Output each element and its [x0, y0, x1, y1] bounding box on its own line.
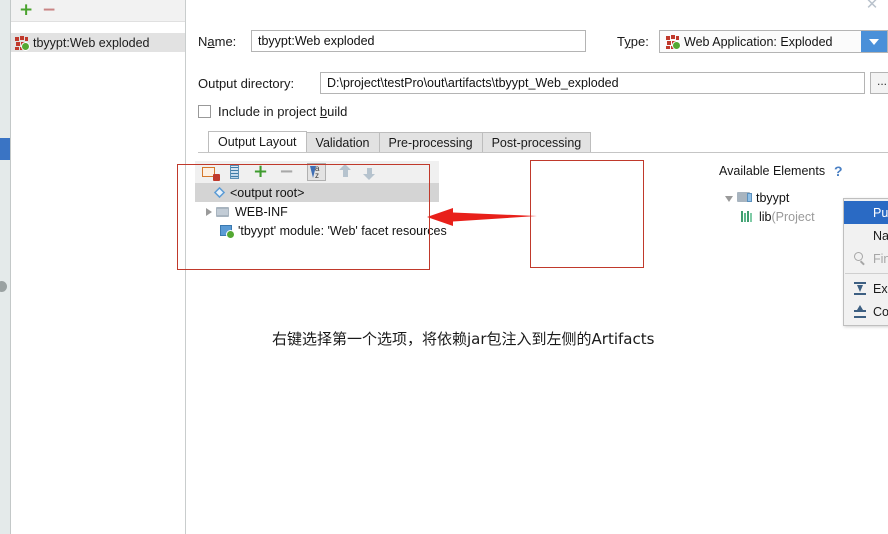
twisty-placeholder-icon — [200, 187, 212, 199]
left-strip-dot — [0, 281, 7, 292]
chevron-right-icon[interactable] — [203, 206, 215, 218]
add-copy-icon[interactable]: + — [252, 163, 269, 181]
tree-row-suffix: (Project — [771, 209, 815, 224]
tab-post-processing[interactable]: Post-processing — [481, 132, 592, 153]
tree-row-label: 'tbyypt' module: 'Web' facet resources — [238, 223, 447, 238]
output-directory-label: Output directory: — [198, 76, 295, 91]
name-input[interactable]: tbyypt:Web exploded — [251, 30, 586, 52]
available-elements-tree: tbyypt lib (Project — [719, 188, 822, 262]
tree-row[interactable]: lib (Project — [719, 207, 822, 226]
tree-row[interactable]: WEB-INF — [195, 202, 439, 221]
type-label: Type: — [617, 34, 649, 49]
add-archive-icon[interactable] — [227, 164, 244, 180]
add-directory-icon[interactable] — [202, 164, 220, 181]
left-strip-marker — [0, 138, 10, 160]
output-tree-toolbar: + − az — [195, 161, 439, 183]
include-in-build-row[interactable]: Include in project build — [198, 104, 347, 119]
move-up-icon[interactable] — [339, 164, 352, 180]
context-menu: Put into Output Root Navigate F4 Find Us… — [843, 198, 888, 326]
library-icon — [740, 210, 755, 223]
output-directory-row: Output directory: D:\project\testPro\out… — [198, 72, 888, 96]
name-type-row: Name: tbyypt:Web exploded Type: Web Appl… — [198, 30, 888, 54]
tree-row-label: tbyypt — [756, 190, 790, 205]
annotation-note: 右键选择第一个选项，将依赖jar包注入到左侧的Artifacts — [272, 330, 655, 348]
artifact-detail-panel: ✕ Name: tbyypt:Web exploded Type: Web Ap… — [186, 0, 888, 534]
menu-item-navigate[interactable]: Navigate F4 — [844, 224, 888, 247]
tab-validation[interactable]: Validation — [305, 132, 380, 153]
menu-item-expand-all[interactable]: Expand All Ctrl+NumPad + — [844, 277, 888, 300]
twisty-placeholder-icon — [727, 211, 739, 223]
sidebar-item-label: tbyypt:Web exploded — [33, 35, 150, 50]
menu-item-label: Expand All — [873, 281, 888, 296]
menu-item-label: Put into Output Root — [873, 205, 888, 220]
available-elements-title: Available Elements — [719, 164, 826, 178]
sidebar-item-tbyypt-web-exploded[interactable]: tbyypt:Web exploded — [11, 33, 185, 52]
menu-item-put-into-output-root[interactable]: Put into Output Root — [844, 201, 888, 224]
module-facet-icon — [220, 224, 235, 239]
remove-icon[interactable]: − — [278, 163, 295, 181]
move-down-icon[interactable] — [363, 164, 376, 180]
help-icon[interactable]: ? — [834, 163, 843, 179]
output-root-icon — [213, 186, 226, 199]
module-source-icon — [737, 191, 752, 204]
tree-row-label: <output root> — [230, 185, 305, 200]
artifact-icon — [15, 35, 30, 51]
chevron-down-icon[interactable] — [861, 31, 887, 52]
menu-separator — [845, 273, 888, 274]
tree-row[interactable]: <output root> — [195, 183, 439, 202]
menu-item-label: Collapse All — [873, 304, 888, 319]
menu-item-label: Navigate — [873, 228, 888, 243]
menu-item-find-usages: Find Usages Alt+F7 — [844, 247, 888, 270]
tree-row-label: lib — [759, 209, 772, 224]
sidebar-toolbar: + − — [11, 0, 185, 22]
name-label: Name: — [198, 34, 237, 49]
collapse-all-icon — [852, 304, 869, 319]
remove-artifact-icon[interactable]: − — [42, 2, 56, 19]
tree-row[interactable]: tbyypt — [719, 188, 822, 207]
artifact-icon — [666, 34, 681, 50]
type-dropdown-label: Web Application: Exploded — [684, 34, 833, 49]
artifact-tabs: Output Layout Validation Pre-processing … — [208, 131, 592, 153]
close-icon[interactable]: ✕ — [862, 0, 882, 14]
output-root-tree: <output root> WEB-INF 'tbyypt' module: '… — [195, 183, 447, 265]
browse-button[interactable]: ... — [870, 72, 888, 94]
sort-az-icon[interactable]: az — [307, 163, 326, 181]
chevron-down-icon[interactable] — [724, 192, 736, 204]
folder-icon — [216, 206, 230, 218]
tabs-underline — [198, 152, 888, 153]
left-edge-strip — [0, 0, 11, 534]
tab-pre-processing[interactable]: Pre-processing — [378, 132, 483, 153]
add-artifact-icon[interactable]: + — [19, 2, 33, 19]
tab-output-layout[interactable]: Output Layout — [208, 131, 307, 153]
output-directory-input[interactable]: D:\project\testPro\out\artifacts\tbyypt_… — [320, 72, 865, 94]
expand-all-icon — [852, 281, 869, 296]
tree-row[interactable]: 'tbyypt' module: 'Web' facet resources — [195, 221, 447, 240]
menu-item-label: Find Usages — [873, 251, 888, 266]
include-in-build-label: Include in project build — [218, 104, 348, 119]
type-dropdown[interactable]: Web Application: Exploded — [659, 30, 888, 53]
artifacts-sidebar: + − tbyypt:Web exploded — [11, 0, 186, 534]
tree-row-label: WEB-INF — [235, 204, 288, 219]
menu-item-collapse-all[interactable]: Collapse All Ctrl+NumPad - — [844, 300, 888, 323]
magnifier-icon — [852, 251, 869, 266]
include-in-build-checkbox[interactable] — [198, 105, 211, 118]
artifacts-settings-dialog: + − tbyypt:Web exploded ✕ Name: tbyypt:W… — [0, 0, 888, 534]
type-dropdown-value-wrap: Web Application: Exploded — [660, 34, 861, 50]
